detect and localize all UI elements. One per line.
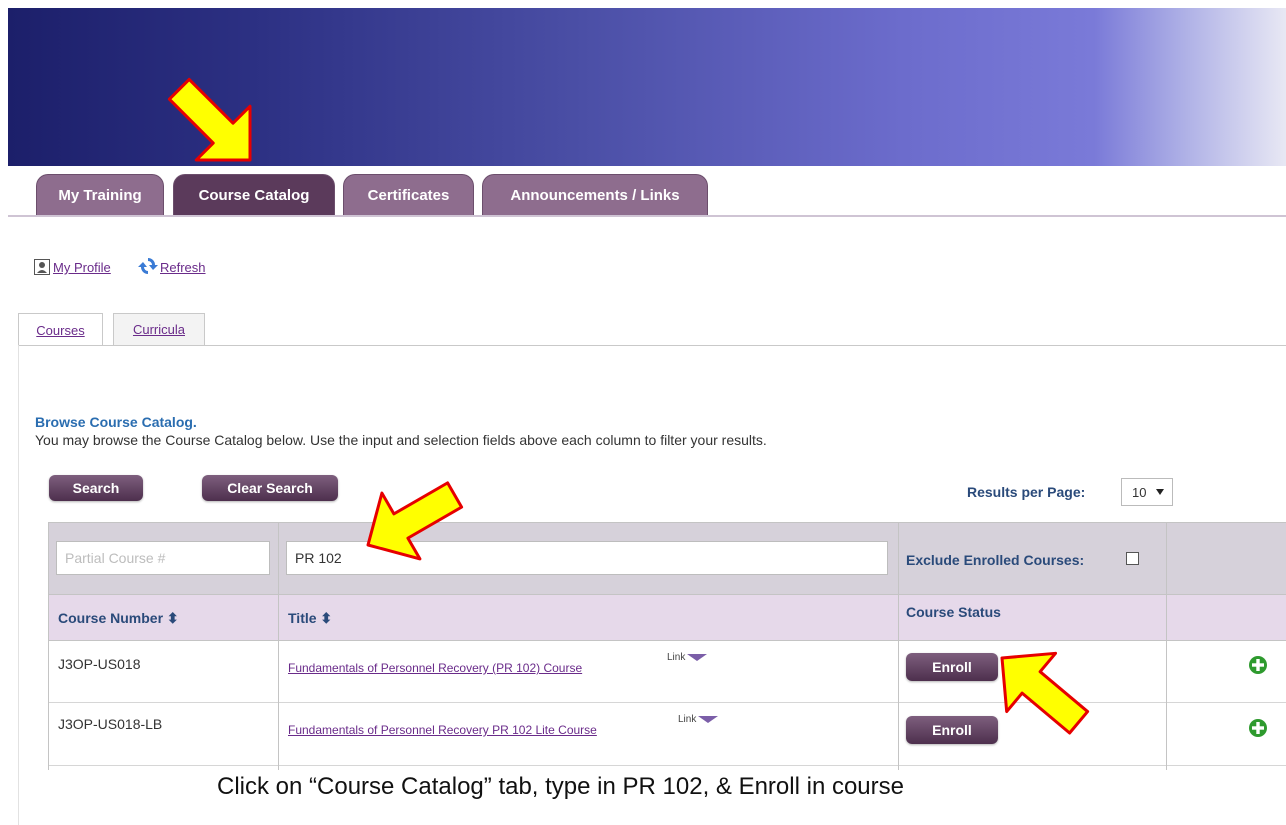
arrow-icon <box>167 77 252 162</box>
instruction-caption: Click on “Course Catalog” tab, type in P… <box>217 773 904 800</box>
arrow-icon <box>1000 651 1090 735</box>
arrow-icon <box>366 481 464 561</box>
annotation-arrows <box>167 77 1090 735</box>
